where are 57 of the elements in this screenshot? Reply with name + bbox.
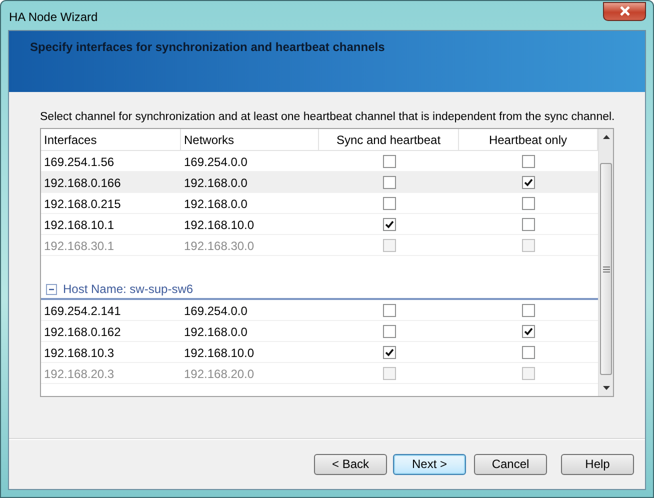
checkbox[interactable] bbox=[382, 176, 396, 188]
table-row[interactable]: 192.168.10.1 192.168.10.0 bbox=[41, 214, 598, 235]
close-button[interactable] bbox=[603, 2, 646, 20]
table-row[interactable]: 192.168.0.166 192.168.0.0 bbox=[41, 172, 598, 193]
table-cell-text: 192.168.10.1 bbox=[43, 217, 116, 234]
table-cell-text: 192.168.0.215 bbox=[43, 196, 122, 213]
instruction-text: Select channel for synchronization and at least one heartbeat channel that is independent from the sync channel. bbox=[40, 111, 614, 123]
table-cell-text: 192.168.20.3 bbox=[43, 366, 116, 383]
table-row[interactable]: 192.168.0.162 192.168.0.0 bbox=[41, 321, 598, 342]
window-title: HA Node Wizard bbox=[8, 10, 98, 24]
checkbox[interactable] bbox=[382, 196, 396, 210]
checkbox[interactable] bbox=[382, 304, 396, 316]
checkbox[interactable] bbox=[522, 324, 535, 338]
table-cell-text: 192.168.30.1 bbox=[43, 238, 116, 255]
collapse-icon[interactable] bbox=[46, 284, 57, 294]
group-header[interactable]: Host Name: sw-sup-sw6 bbox=[41, 280, 598, 300]
vertical-scrollbar[interactable] bbox=[598, 129, 613, 396]
table-row[interactable]: 192.168.0.215 192.168.0.0 bbox=[41, 193, 598, 214]
table-cell-text: 192.168.0.162 bbox=[43, 324, 122, 341]
table-cell-text: 192.168.20.0 bbox=[183, 366, 256, 383]
table-row[interactable]: 192.168.10.3 192.168.10.0 bbox=[41, 342, 598, 363]
scroll-up-icon[interactable] bbox=[602, 135, 610, 139]
wizard-button[interactable]: Next > bbox=[393, 454, 466, 474]
table-cell-text: 192.168.10.0 bbox=[183, 345, 256, 362]
table-cell-text: 192.168.0.166 bbox=[43, 175, 122, 192]
close-icon bbox=[618, 6, 630, 16]
column-header[interactable]: Sync and heartbeat bbox=[319, 129, 459, 150]
checkbox[interactable] bbox=[382, 218, 396, 230]
checkbox[interactable] bbox=[522, 218, 535, 230]
group-label: Host Name: sw-sup-sw6 bbox=[63, 282, 194, 296]
wizard-button[interactable]: Help bbox=[561, 454, 634, 474]
table-cell-text: 192.168.0.0 bbox=[183, 324, 248, 341]
table-cell-text: 192.168.10.3 bbox=[43, 345, 116, 362]
column-header[interactable]: Interfaces bbox=[41, 129, 181, 150]
table-cell-text: 169.254.2.141 bbox=[43, 303, 122, 320]
wizard-button[interactable]: < Back bbox=[314, 454, 387, 474]
checkbox[interactable] bbox=[382, 324, 396, 338]
column-header[interactable]: Networks bbox=[181, 129, 319, 150]
checkbox[interactable] bbox=[522, 346, 535, 358]
table-cell-text: 169.254.0.0 bbox=[183, 154, 248, 171]
wizard-button[interactable]: Cancel bbox=[474, 454, 547, 474]
table-cell-text: 192.168.30.0 bbox=[183, 238, 256, 255]
table-cell-text: 169.254.1.56 bbox=[43, 154, 116, 171]
checkbox[interactable] bbox=[522, 304, 535, 316]
table-cell-text: 169.254.0.0 bbox=[183, 303, 248, 320]
table-row[interactable]: 169.254.2.141 169.254.0.0 bbox=[41, 300, 598, 321]
checkbox[interactable] bbox=[522, 154, 535, 168]
checkbox[interactable] bbox=[522, 196, 535, 210]
table-cell-text: 192.168.0.0 bbox=[183, 196, 248, 213]
checkbox[interactable] bbox=[522, 176, 535, 188]
scroll-down-icon[interactable] bbox=[602, 386, 610, 390]
header-title: Specify interfaces for synchronization and heartbeat channels bbox=[30, 40, 385, 54]
checkbox[interactable] bbox=[382, 346, 396, 358]
table-cell-text: 192.168.0.0 bbox=[183, 175, 248, 192]
scroll-thumb[interactable] bbox=[600, 163, 612, 375]
checkbox[interactable] bbox=[382, 154, 396, 168]
table-cell-text: 192.168.10.0 bbox=[183, 217, 256, 234]
